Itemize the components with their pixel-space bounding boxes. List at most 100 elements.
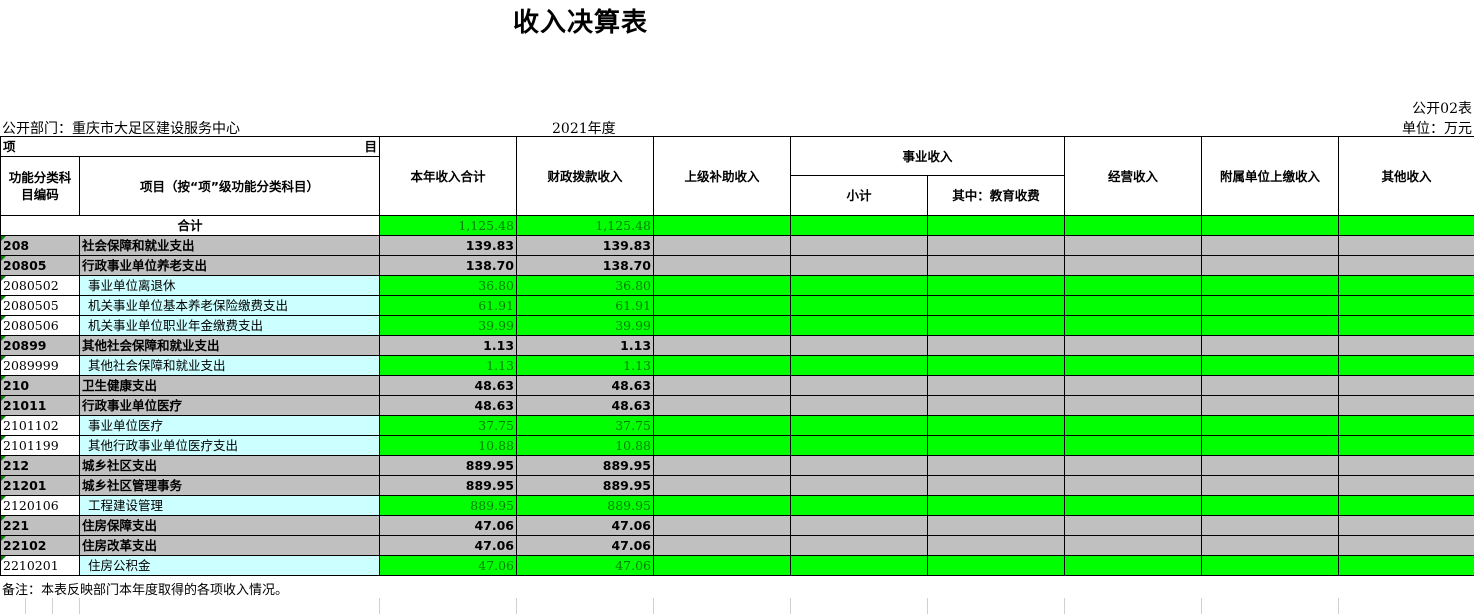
row-total-income: 1.13 (379, 355, 518, 376)
header-operating: 经营收入 (1064, 136, 1203, 216)
row-empty-cell (1201, 295, 1340, 316)
total-cell (927, 215, 1066, 236)
row-fiscal: 47.06 (516, 535, 655, 556)
row-code: 22102 (0, 535, 80, 556)
row-empty-cell (1064, 415, 1203, 436)
row-empty-cell (653, 495, 792, 516)
table-row: 208 社会保障和就业支出 139.83 139.83 (0, 235, 1474, 256)
row-empty-cell (927, 355, 1066, 376)
row-code: 2101102 (0, 415, 80, 436)
row-name: 住房改革支出 (78, 535, 381, 556)
row-total-income: 139.83 (379, 235, 518, 256)
total-label: 合计 (0, 215, 381, 236)
row-empty-cell (1338, 395, 1474, 416)
row-fiscal: 889.95 (516, 455, 655, 476)
table-row: 2120106 工程建设管理 889.95 889.95 (0, 495, 1474, 516)
row-empty-cell (1201, 415, 1340, 436)
table-row: 21011 行政事业单位医疗 48.63 48.63 (0, 395, 1474, 416)
table-row: 210 卫生健康支出 48.63 48.63 (0, 375, 1474, 396)
row-empty-cell (1064, 475, 1203, 496)
item-header-left: 项 (3, 139, 16, 154)
row-total-income: 47.06 (379, 555, 518, 576)
row-name: 事业单位医疗 (78, 415, 381, 436)
row-code: 21201 (0, 475, 80, 496)
row-total-income: 48.63 (379, 395, 518, 416)
row-code: 2101199 (0, 435, 80, 456)
table-row: 2101102 事业单位医疗 37.75 37.75 (0, 415, 1474, 436)
row-empty-cell (790, 455, 929, 476)
row-empty-cell (1201, 435, 1340, 456)
row-empty-cell (653, 255, 792, 276)
row-code: 2089999 (0, 355, 80, 376)
row-name: 行政事业单位养老支出 (78, 255, 381, 276)
row-empty-cell (927, 235, 1066, 256)
row-fiscal: 1.13 (516, 355, 655, 376)
row-total-income: 37.75 (379, 415, 518, 436)
row-empty-cell (927, 415, 1066, 436)
row-empty-cell (1201, 535, 1340, 556)
row-empty-cell (927, 315, 1066, 336)
row-empty-cell (790, 475, 929, 496)
row-name: 机关事业单位基本养老保险缴费支出 (78, 295, 381, 316)
row-empty-cell (1064, 435, 1203, 456)
row-empty-cell (790, 495, 929, 516)
row-empty-cell (1338, 235, 1474, 256)
row-empty-cell (790, 335, 929, 356)
row-empty-cell (1064, 555, 1203, 576)
table-row: 22102 住房改革支出 47.06 47.06 (0, 535, 1474, 556)
table-row: 2089999 其他社会保障和就业支出 1.13 1.13 (0, 355, 1474, 376)
row-fiscal: 139.83 (516, 235, 655, 256)
row-total-income: 47.06 (379, 515, 518, 536)
row-total-income: 61.91 (379, 295, 518, 316)
header-superior: 上级补助收入 (653, 136, 792, 216)
row-empty-cell (1064, 375, 1203, 396)
table-row: 20899 其他社会保障和就业支出 1.13 1.13 (0, 335, 1474, 356)
row-name: 住房公积金 (78, 555, 381, 576)
row-empty-cell (1064, 395, 1203, 416)
row-empty-cell (927, 475, 1066, 496)
row-empty-cell (1064, 235, 1203, 256)
row-empty-cell (790, 275, 929, 296)
row-name: 其他社会保障和就业支出 (78, 335, 381, 356)
row-code: 2080506 (0, 315, 80, 336)
table-row: 221 住房保障支出 47.06 47.06 (0, 515, 1474, 536)
row-empty-cell (790, 415, 929, 436)
row-empty-cell (1338, 475, 1474, 496)
row-empty-cell (653, 395, 792, 416)
unit-label: 单位：万元 (1402, 121, 1472, 137)
row-empty-cell (790, 295, 929, 316)
report-title: 收入决算表 (513, 8, 649, 38)
row-name: 卫生健康支出 (78, 375, 381, 396)
row-fiscal: 889.95 (516, 475, 655, 496)
item-header-right: 目 (364, 139, 378, 154)
row-code: 2120106 (0, 495, 80, 516)
row-name: 机关事业单位职业年金缴费支出 (78, 315, 381, 336)
table-row: 21201 城乡社区管理事务 889.95 889.95 (0, 475, 1474, 496)
row-total-income: 48.63 (379, 375, 518, 396)
header-other: 其他收入 (1338, 136, 1474, 216)
row-empty-cell (1338, 435, 1474, 456)
row-empty-cell (1338, 375, 1474, 396)
row-empty-cell (927, 495, 1066, 516)
row-empty-cell (1338, 295, 1474, 316)
row-code: 212 (0, 455, 80, 476)
table-row: 2080506 机关事业单位职业年金缴费支出 39.99 39.99 (0, 315, 1474, 336)
row-empty-cell (790, 535, 929, 556)
total-cell (1338, 215, 1474, 236)
row-empty-cell (653, 415, 792, 436)
header-affiliated: 附属单位上缴收入 (1201, 136, 1340, 216)
row-fiscal: 10.88 (516, 435, 655, 456)
row-empty-cell (1064, 495, 1203, 516)
row-empty-cell (1201, 515, 1340, 536)
row-empty-cell (1201, 455, 1340, 476)
row-empty-cell (790, 515, 929, 536)
row-fiscal: 37.75 (516, 415, 655, 436)
total-fiscal-value: 1,125.48 (516, 215, 655, 236)
row-empty-cell (653, 515, 792, 536)
row-empty-cell (1338, 355, 1474, 376)
row-fiscal: 61.91 (516, 295, 655, 316)
fiscal-year: 2021年度 (552, 121, 616, 137)
row-total-income: 36.80 (379, 275, 518, 296)
row-empty-cell (790, 435, 929, 456)
total-cell (653, 215, 792, 236)
